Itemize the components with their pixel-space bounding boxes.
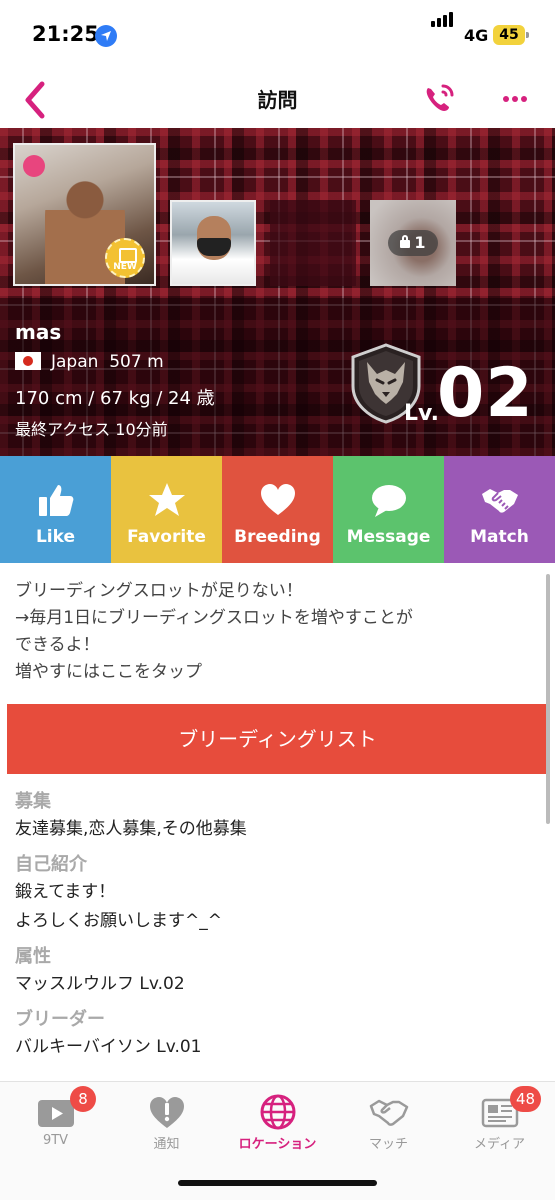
battery-indicator: 45	[493, 25, 529, 45]
breeding-slot-notice[interactable]: ブリーディングスロットが足りない！ →毎月1日にブリーディングスロットを増やすこ…	[15, 578, 535, 686]
tab-label: 9TV	[42, 1133, 69, 1148]
new-photo-badge: NEW	[105, 238, 145, 278]
profile-photo-main[interactable]: NEW	[13, 143, 156, 286]
profile-last-access: 最終アクセス 10分前	[15, 420, 168, 439]
breeder-heading: ブリーダー	[15, 1009, 105, 1030]
lock-icon: 1	[388, 230, 438, 256]
tab-label: ロケーション	[238, 1137, 317, 1152]
heart-icon	[222, 480, 333, 520]
notice-line: →毎月1日にブリーディングスロットを増やすことが	[15, 608, 413, 628]
match-label: Match	[470, 527, 529, 547]
intro-line: 鍛えてます！	[15, 882, 116, 902]
like-label: Like	[35, 527, 76, 547]
tab-label: メディア	[473, 1137, 526, 1152]
tab-match[interactable]: マッチ	[333, 1092, 444, 1152]
message-label: Message	[346, 527, 431, 547]
favorite-button[interactable]: Favorite	[111, 456, 222, 563]
profile-header: NEW 1 mas Japan 507 m 170 cm / 67 kg / 2…	[0, 128, 555, 456]
profile-photo-locked[interactable]: 1	[370, 200, 456, 286]
breeding-button[interactable]: Breeding	[222, 456, 333, 563]
tab-label: マッチ	[368, 1137, 408, 1152]
scrollbar[interactable]	[546, 574, 550, 824]
tab-notifications[interactable]: 通知	[111, 1092, 222, 1152]
breeder-value: バルキーバイソン Lv.01	[15, 1037, 202, 1057]
heart-alert-icon	[147, 1094, 187, 1130]
online-status-dot	[23, 155, 45, 177]
action-bar: Like Favorite Breeding Message Match	[0, 456, 555, 563]
like-button[interactable]: Like	[0, 456, 111, 563]
chat-bubble-icon	[333, 480, 444, 520]
level-number: 02	[437, 354, 534, 433]
profile-stats: 170 cm / 67 kg / 24 歳	[15, 388, 215, 409]
attribute-heading: 属性	[15, 946, 51, 967]
tab-badge-count: 48	[510, 1086, 542, 1112]
handshake-icon	[444, 480, 555, 520]
page-title: 訪問	[257, 88, 298, 112]
profile-details: 募集 友達募集,恋人募集,その他募集 自己紹介 鍛えてます！ よろしくお願いしま…	[15, 789, 535, 1070]
locked-photo-count: 1	[414, 233, 426, 252]
thumbs-up-icon	[0, 480, 111, 520]
recruit-value: 友達募集,恋人募集,その他募集	[15, 819, 247, 839]
match-button[interactable]: Match	[444, 456, 555, 563]
notice-line: ブリーディングスロットが足りない！	[15, 581, 303, 601]
profile-distance: 507 m	[109, 352, 164, 372]
tab-badge-count: 8	[70, 1086, 96, 1112]
notice-line: できるよ！	[15, 635, 100, 655]
intro-heading: 自己紹介	[15, 854, 87, 875]
level-prefix: Lv.	[404, 401, 439, 426]
nav-bar: 訪問	[0, 70, 555, 128]
status-bar: 21:25 4G 45	[0, 0, 555, 70]
tab-media[interactable]: 48 メディア	[444, 1086, 555, 1152]
handshake-icon	[369, 1094, 409, 1130]
tab-9tv[interactable]: 8 9TV	[0, 1086, 111, 1152]
tab-location[interactable]: ロケーション	[222, 1092, 333, 1152]
profile-location: Japan 507 m	[15, 352, 164, 372]
intro-line: よろしくお願いします^_^	[15, 911, 222, 931]
recruit-heading: 募集	[15, 791, 51, 812]
japan-flag-icon	[15, 352, 41, 370]
breeding-label: Breeding	[234, 527, 321, 547]
favorite-label: Favorite	[127, 527, 206, 547]
tab-label: 通知	[153, 1137, 180, 1152]
message-button[interactable]: Message	[333, 456, 444, 563]
attribute-value: マッスルウルフ Lv.02	[15, 974, 185, 994]
call-icon[interactable]	[422, 82, 458, 116]
home-indicator[interactable]	[178, 1180, 377, 1186]
profile-photo-2[interactable]	[170, 200, 256, 286]
more-icon[interactable]	[498, 86, 534, 112]
profile-name: mas	[15, 320, 62, 344]
profile-country: Japan	[51, 352, 99, 372]
status-time: 21:25	[32, 22, 99, 46]
profile-photo-3-empty[interactable]	[270, 200, 356, 286]
network-type: 4G	[464, 26, 489, 45]
breeding-list-button[interactable]: ブリーディングリスト	[7, 704, 548, 774]
intro-value: 鍛えてます！ よろしくお願いします^_^	[15, 878, 535, 936]
globe-icon	[258, 1094, 298, 1130]
star-icon	[111, 480, 222, 520]
notice-line: 増やすにはここをタップ	[15, 662, 202, 682]
location-arrow-icon	[95, 25, 117, 47]
